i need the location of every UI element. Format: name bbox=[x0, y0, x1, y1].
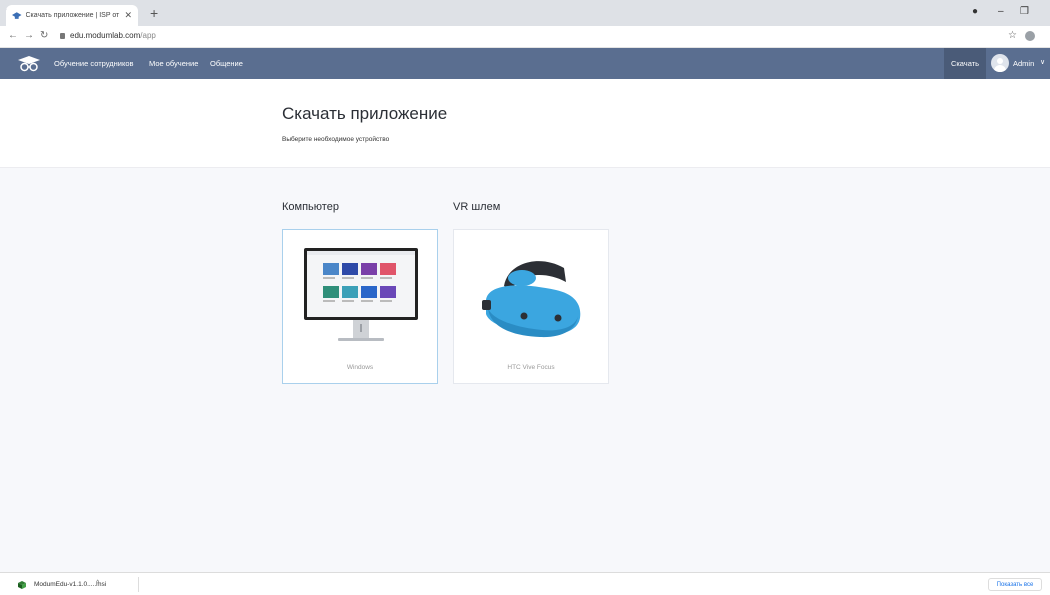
profile-icon[interactable] bbox=[1025, 31, 1035, 41]
app-navbar: Обучение сотрудников Мое обучение Общени… bbox=[0, 48, 1050, 79]
graduation-cap-icon bbox=[12, 11, 22, 19]
lock-icon bbox=[60, 33, 65, 39]
category-title-vr: VR шлем bbox=[453, 201, 501, 213]
chevron-up-icon[interactable]: ^ bbox=[96, 580, 99, 587]
page-header: Скачать приложение Выберите необходимое … bbox=[0, 79, 1050, 168]
forward-icon[interactable]: → bbox=[24, 30, 34, 41]
back-icon[interactable]: ← bbox=[8, 30, 18, 41]
new-tab-icon[interactable]: + bbox=[150, 5, 158, 21]
address-bar: ← → ↻ edu.modumlab.com/app ☆ bbox=[0, 26, 1050, 48]
bookmark-star-icon[interactable]: ☆ bbox=[1008, 30, 1017, 41]
page-subtitle: Выберите необходимое устройство bbox=[282, 136, 390, 143]
nav-communication[interactable]: Общение bbox=[210, 59, 243, 68]
device-label-windows: Windows bbox=[346, 364, 374, 371]
avatar[interactable] bbox=[991, 54, 1009, 72]
device-card-windows[interactable]: Windows bbox=[282, 229, 438, 384]
extension-icon[interactable]: ● bbox=[972, 6, 978, 17]
avatar-body bbox=[994, 65, 1006, 72]
close-tab-icon[interactable]: ✕ bbox=[124, 10, 132, 21]
show-all-button[interactable]: Показать все bbox=[988, 578, 1042, 591]
url-path: /app bbox=[140, 31, 156, 40]
browser-tabstrip: Скачать приложение | ISP от М ✕ + ● – ❐ bbox=[0, 0, 1050, 26]
logo-icon[interactable] bbox=[18, 56, 40, 72]
nav-employee-training[interactable]: Обучение сотрудников bbox=[54, 59, 133, 68]
divider bbox=[138, 577, 139, 592]
package-icon bbox=[18, 581, 26, 589]
user-name[interactable]: Admin bbox=[1013, 59, 1034, 68]
tab-title: Скачать приложение | ISP от М bbox=[25, 12, 121, 19]
browser-tab[interactable]: Скачать приложение | ISP от М ✕ bbox=[6, 5, 138, 26]
nav-my-training[interactable]: Мое обучение bbox=[149, 59, 198, 68]
download-button[interactable]: Скачать bbox=[944, 48, 986, 79]
monitor-image bbox=[304, 248, 418, 341]
minimize-icon[interactable]: – bbox=[998, 6, 1004, 17]
chevron-down-icon[interactable]: ∨ bbox=[1040, 58, 1045, 66]
url-domain: edu.modumlab.com bbox=[70, 31, 141, 40]
vr-headset-image bbox=[482, 261, 581, 338]
url-field[interactable]: edu.modumlab.com/app bbox=[70, 31, 156, 40]
device-card-htc-vive-focus[interactable]: HTC Vive Focus bbox=[453, 229, 609, 384]
category-title-computer: Компьютер bbox=[282, 201, 339, 213]
page-title: Скачать приложение bbox=[282, 104, 448, 123]
device-label-htc-vive-focus: HTC Vive Focus bbox=[507, 364, 555, 371]
download-bar: ModumEdu-v1.1.0.....msi ^ Показать все bbox=[0, 572, 1050, 595]
avatar-head bbox=[997, 58, 1003, 64]
reload-icon[interactable]: ↻ bbox=[40, 30, 48, 41]
restore-icon[interactable]: ❐ bbox=[1020, 6, 1029, 17]
